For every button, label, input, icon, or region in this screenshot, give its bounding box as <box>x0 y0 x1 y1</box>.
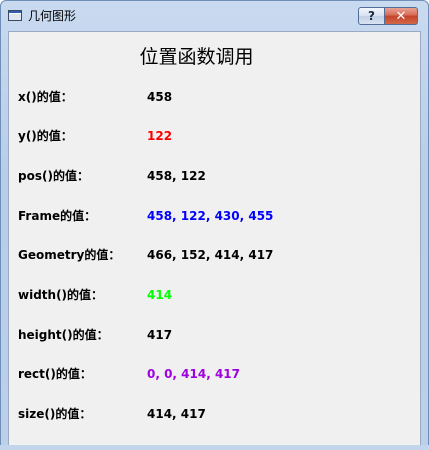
geometry-value: 466, 152, 414, 417 <box>147 248 274 262</box>
window-title: 几何图形 <box>28 9 77 23</box>
width-value: 414 <box>147 288 173 302</box>
page-title: 位置函数调用 <box>139 46 254 68</box>
help-button[interactable]: ? <box>358 7 385 25</box>
title-bar[interactable]: 几何图形 ? ✕ <box>1 1 428 31</box>
y-value: 122 <box>147 129 173 143</box>
pos-value: 458, 122 <box>147 169 206 183</box>
width-label: width()的值： <box>18 288 104 302</box>
caption-buttons: ? ✕ <box>358 7 418 25</box>
pos-label: pos()的值： <box>18 169 89 183</box>
close-button[interactable]: ✕ <box>385 7 418 25</box>
help-icon: ? <box>368 9 375 23</box>
frame-label: Frame的值： <box>18 209 97 223</box>
close-icon: ✕ <box>395 8 407 24</box>
x-value: 458 <box>147 90 173 104</box>
geometry-label: Geometry的值： <box>18 248 121 262</box>
client-area: 位置函数调用 x()的值： 458 y()的值： 122 pos()的值： 45… <box>8 31 421 446</box>
rect-label: rect()的值： <box>18 367 92 381</box>
window-icon <box>8 10 22 21</box>
rect-value: 0, 0, 414, 417 <box>147 367 241 381</box>
frame-value: 458, 122, 430, 455 <box>147 209 274 223</box>
y-label: y()的值： <box>18 129 73 143</box>
x-label: x()的值： <box>18 90 73 104</box>
app-window: 几何图形 ? ✕ 位置函数调用 x()的值： 458 y()的值： 122 po… <box>0 0 429 450</box>
height-value: 417 <box>147 328 173 342</box>
window-bottom-frame <box>0 445 429 450</box>
size-label: size()的值： <box>18 407 92 421</box>
size-value: 414, 417 <box>147 407 206 421</box>
height-label: height()的值： <box>18 328 109 342</box>
